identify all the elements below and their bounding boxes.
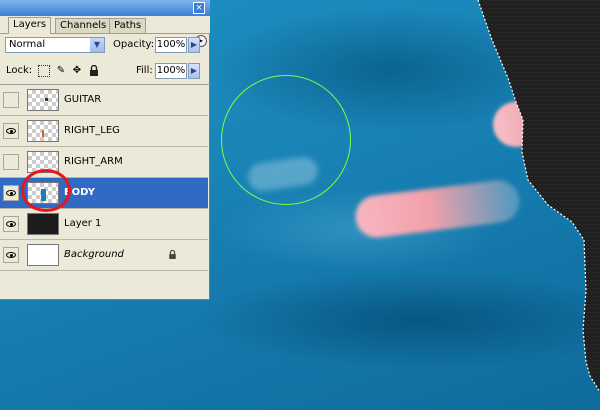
- fill-input[interactable]: 100%: [155, 63, 187, 79]
- layer-row-guitar[interactable]: GUITAR: [0, 85, 208, 116]
- layer-thumbnail: [27, 244, 59, 266]
- tab-channels[interactable]: Channels: [55, 18, 112, 33]
- panel-titlebar[interactable]: ×: [0, 0, 210, 16]
- layer-thumbnail: [27, 120, 59, 142]
- lock-brush-icon[interactable]: ✎: [55, 65, 67, 77]
- close-icon[interactable]: ×: [193, 2, 205, 14]
- layer-row-background[interactable]: Background: [0, 240, 208, 271]
- layer-row-right-leg[interactable]: RIGHT_LEG: [0, 116, 208, 147]
- opacity-slider-arrow-icon[interactable]: ▶: [188, 37, 200, 53]
- selection-area: [478, 0, 600, 392]
- panel-tabs: Layers Channels Paths ▸: [0, 16, 210, 47]
- opacity-input[interactable]: 100%: [155, 37, 187, 53]
- layer-name: RIGHT_LEG: [64, 125, 120, 136]
- lock-move-icon[interactable]: ✥: [71, 65, 83, 77]
- layer-name: RIGHT_ARM: [64, 156, 123, 167]
- layer-thumbnail: [27, 213, 59, 235]
- layer-name: GUITAR: [64, 94, 102, 105]
- lock-icon: [169, 250, 176, 259]
- layer-name: Background: [64, 249, 124, 260]
- fill-label: Fill:: [136, 65, 153, 76]
- layer-row-layer-1[interactable]: Layer 1: [0, 209, 208, 240]
- visibility-toggle[interactable]: [3, 185, 19, 201]
- eye-icon: [6, 252, 16, 258]
- lock-all-icon[interactable]: [88, 64, 100, 77]
- layer-name: Layer 1: [64, 218, 102, 229]
- blend-mode-select[interactable]: Normal ▼: [5, 37, 105, 53]
- lock-transparent-icon[interactable]: [38, 65, 50, 77]
- visibility-toggle[interactable]: [3, 92, 19, 108]
- tab-layers[interactable]: Layers: [8, 17, 52, 34]
- eye-icon: [6, 190, 16, 196]
- lock-label: Lock:: [6, 65, 33, 76]
- chevron-down-icon[interactable]: ▼: [90, 38, 104, 52]
- highlight-annotation-circle: [21, 169, 71, 212]
- blend-mode-value: Normal: [9, 39, 46, 50]
- visibility-toggle[interactable]: [3, 123, 19, 139]
- visibility-toggle[interactable]: [3, 247, 19, 263]
- eye-icon: [6, 128, 16, 134]
- eye-icon: [6, 221, 16, 227]
- visibility-toggle[interactable]: [3, 154, 19, 170]
- layers-panel: × Layers Channels Paths ▸ Normal ▼ Opaci…: [0, 0, 210, 300]
- tab-paths[interactable]: Paths: [109, 18, 147, 33]
- layer-thumbnail: [27, 89, 59, 111]
- brush-cursor: [221, 75, 351, 205]
- fill-slider-arrow-icon[interactable]: ▶: [188, 63, 200, 79]
- opacity-label: Opacity:: [113, 39, 155, 50]
- visibility-toggle[interactable]: [3, 216, 19, 232]
